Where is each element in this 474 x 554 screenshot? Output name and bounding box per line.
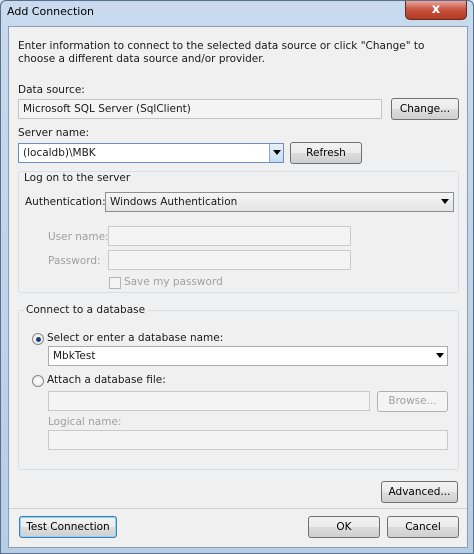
separator: [9, 508, 467, 509]
user-name-input[interactable]: [108, 226, 351, 246]
database-name-value: MbkTest: [53, 350, 96, 362]
data-source-field: Microsoft SQL Server (SqlClient): [18, 99, 382, 119]
server-name-combo[interactable]: (localdb)\MBK: [18, 143, 284, 163]
attach-database-label: Attach a database file:: [47, 374, 166, 386]
save-password-checkbox[interactable]: [109, 277, 121, 289]
logical-name-label: Logical name:: [48, 416, 122, 428]
select-database-radio[interactable]: [32, 333, 44, 345]
advanced-button[interactable]: Advanced...: [381, 481, 458, 503]
ok-button[interactable]: OK: [308, 516, 380, 538]
server-dropdown-button[interactable]: [269, 144, 283, 162]
logon-group-label: Log on to the server: [24, 172, 131, 184]
change-button[interactable]: Change...: [391, 98, 459, 120]
authentication-value: Windows Authentication: [110, 196, 238, 208]
close-button[interactable]: x: [405, 1, 467, 20]
dialog-body: Enter information to connect to the sele…: [8, 26, 468, 548]
authentication-label: Authentication:: [25, 196, 106, 208]
attach-database-radio[interactable]: [32, 375, 44, 387]
database-group-label: Connect to a database: [24, 304, 148, 316]
server-name-value: (localdb)\MBK: [23, 147, 96, 159]
refresh-button[interactable]: Refresh: [290, 142, 362, 164]
password-input[interactable]: [108, 250, 351, 270]
chevron-down-icon: [441, 199, 449, 204]
data-source-label: Data source:: [18, 84, 85, 96]
title-bar[interactable]: Add Connection x: [1, 1, 474, 25]
database-name-combo[interactable]: MbkTest: [48, 346, 448, 366]
test-connection-button[interactable]: Test Connection: [19, 516, 117, 538]
save-password-label: Save my password: [124, 276, 223, 288]
user-name-label: User name:: [48, 231, 109, 243]
window-title: Add Connection: [7, 5, 95, 18]
browse-button[interactable]: Browse...: [377, 391, 448, 412]
dialog-window: Add Connection x Enter information to co…: [0, 0, 474, 554]
authentication-select[interactable]: Windows Authentication: [105, 192, 454, 212]
cancel-button[interactable]: Cancel: [387, 516, 459, 538]
server-name-label: Server name:: [18, 127, 90, 139]
select-database-label: Select or enter a database name:: [47, 332, 224, 344]
attach-file-input[interactable]: [48, 391, 370, 411]
chevron-down-icon: [273, 150, 281, 155]
logical-name-input[interactable]: [48, 430, 448, 450]
password-label: Password:: [48, 255, 101, 267]
chevron-down-icon: [436, 353, 444, 358]
instructions-text: Enter information to connect to the sele…: [18, 40, 425, 65]
